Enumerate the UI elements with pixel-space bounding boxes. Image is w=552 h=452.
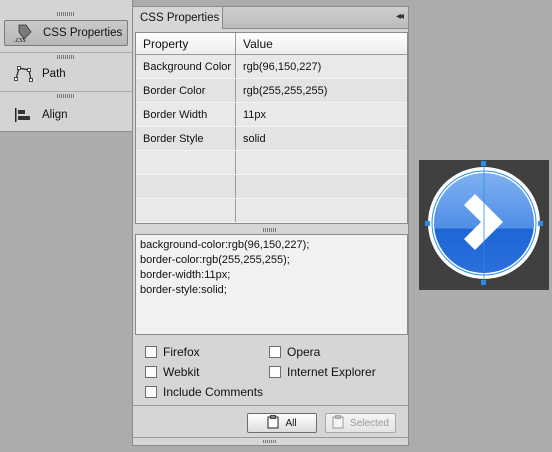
clipboard-icon [267,414,279,432]
code-line: border-color:rgb(255,255,255); [140,254,290,266]
divider [133,437,408,438]
dock-item-label: Path [42,68,66,80]
collapse-icon[interactable]: ◂◂ [396,11,404,22]
cell-value: rgb(96,150,227) [243,60,322,73]
firefox-checkbox[interactable]: Firefox [145,345,200,359]
checkbox-box[interactable] [145,386,157,398]
code-line: border-style:solid; [140,284,227,296]
table-row[interactable]: Border Color rgb(255,255,255) [136,79,407,103]
table-header: Property Value [136,33,407,55]
webkit-checkbox[interactable]: Webkit [145,365,199,379]
divider [133,405,408,406]
table-row-empty [136,151,407,175]
internet-explorer-checkbox[interactable]: Internet Explorer [269,365,376,379]
code-line: background-color:rgb(96,150,227); [140,239,310,251]
clipboard-icon [332,414,344,432]
properties-table: Property Value Background Color rgb(96,1… [135,32,408,224]
align-icon [12,105,36,125]
cell-property: Border Color [136,79,236,102]
css-properties-panel: CSS Properties ◂◂ Property Value Backgro… [132,6,409,446]
include-comments-checkbox[interactable]: Include Comments [145,385,263,399]
selection-handle [481,280,486,285]
table-row-empty [136,199,407,223]
table-row-empty [136,175,407,199]
dock-item-label: Align [42,109,68,121]
chevron-right-icon[interactable] [419,160,549,290]
button-label: All [285,417,297,429]
tab-css-properties[interactable]: CSS Properties [133,7,223,29]
cell-value: solid [243,132,266,145]
css-icon: .css [13,23,37,44]
dock-grip[interactable] [57,55,75,59]
panel-resize-grip[interactable] [263,440,277,443]
panel-tab-bar: CSS Properties ◂◂ [133,7,408,29]
cell-property: Background Color [136,55,236,78]
dock-item-css-properties[interactable]: .css CSS Properties [4,20,128,46]
copy-selected-button[interactable]: Selected [325,413,396,433]
checkbox-box[interactable] [145,366,157,378]
column-header-value[interactable]: Value [236,33,407,54]
artboard [419,160,549,290]
pane-splitter[interactable] [133,224,408,234]
table-row[interactable]: Border Style solid [136,127,407,151]
table-body: Background Color rgb(96,150,227) Border … [136,55,407,223]
dock-divider [0,91,132,92]
svg-text:.css: .css [14,35,26,43]
button-label: Selected [350,417,389,429]
cell-property: Border Style [136,127,236,150]
checkbox-box[interactable] [269,346,281,358]
table-row[interactable]: Background Color rgb(96,150,227) [136,55,407,79]
checkbox-label: Internet Explorer [287,365,376,379]
checkbox-label: Webkit [163,365,200,379]
opera-checkbox[interactable]: Opera [269,345,320,359]
table-row[interactable]: Border Width 11px [136,103,407,127]
checkbox-label: Opera [287,345,321,359]
cell-property: Border Width [136,103,236,126]
dock-item-label: CSS Properties [43,27,123,39]
cell-value: 11px [243,108,267,121]
checkbox-box[interactable] [269,366,281,378]
cell-value: rgb(255,255,255) [243,84,328,97]
path-icon [12,64,36,84]
dock-divider [0,52,132,53]
copy-all-button[interactable]: All [247,413,317,433]
dock-item-align[interactable]: Align [4,102,128,128]
checkbox-label: Include Comments [163,385,264,399]
css-code-textarea[interactable]: background-color:rgb(96,150,227); border-… [135,234,408,335]
dock-item-path[interactable]: Path [4,61,128,87]
selection-handle [425,221,430,226]
column-header-property[interactable]: Property [136,33,236,54]
dock-grip[interactable] [57,94,75,98]
selection-handle [538,221,543,226]
code-line: border-width:11px; [140,269,231,281]
panel-dock: .css CSS Properties Path Align [0,0,133,132]
checkbox-label: Firefox [163,345,200,359]
selection-handle [481,161,486,166]
checkbox-box[interactable] [145,346,157,358]
dock-grip[interactable] [57,12,75,16]
